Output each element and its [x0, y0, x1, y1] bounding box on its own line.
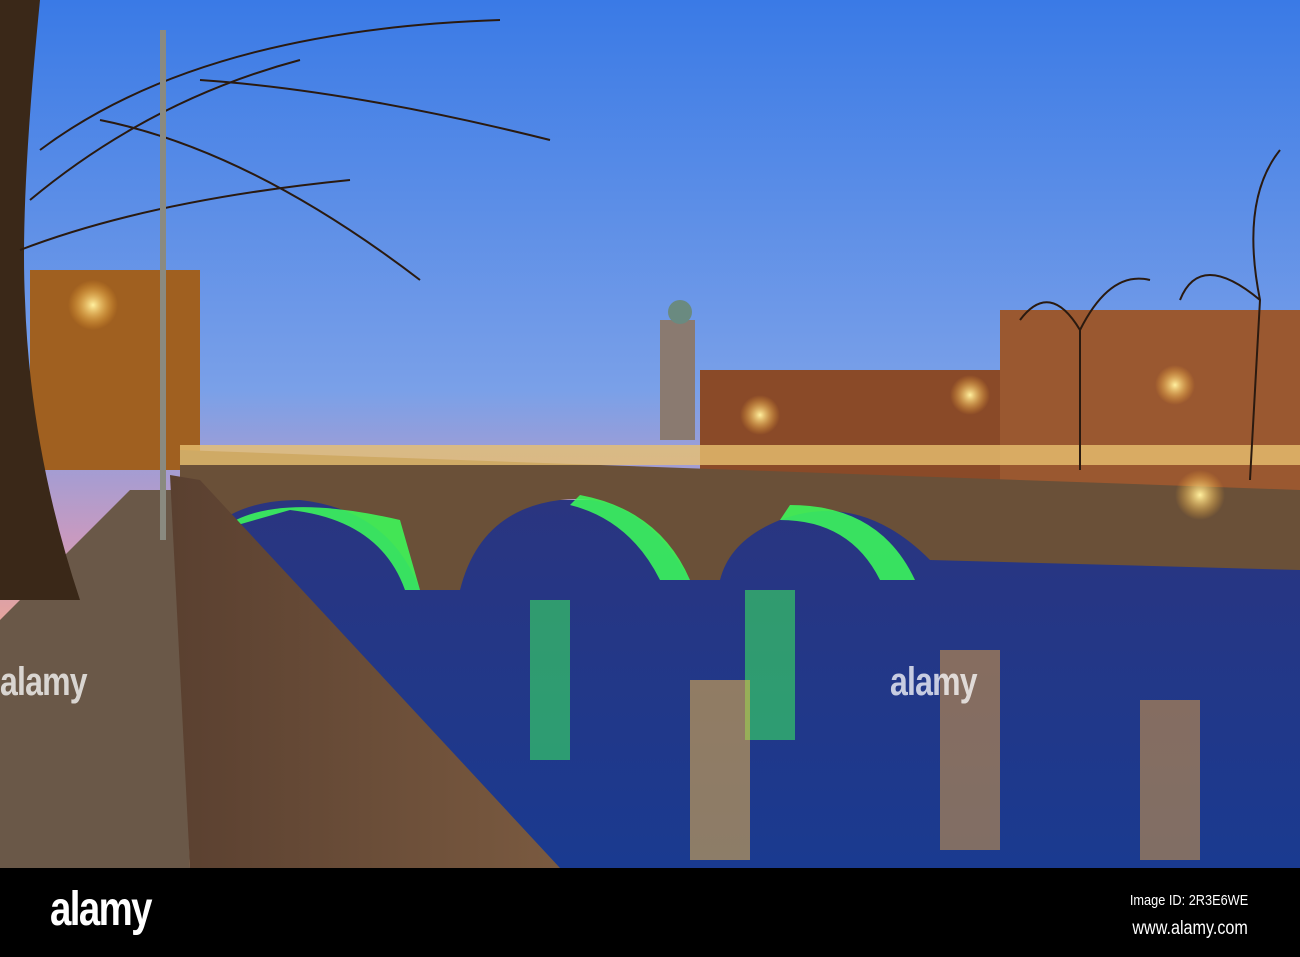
- lamp-post: [160, 30, 166, 540]
- clock-tower: [660, 320, 695, 440]
- watermark-right: alamy: [890, 660, 978, 704]
- watermark-left: alamy: [0, 660, 88, 704]
- dublin-bridge-photo: [0, 0, 1300, 868]
- alamy-logo: alamy: [50, 883, 152, 936]
- stock-photo: alamy alamy alamy Image ID: 2R3E6WE www.…: [0, 0, 1300, 957]
- watermark-footer: alamy Image ID: 2R3E6WE www.alamy.com: [0, 868, 1300, 957]
- bridge-balustrade: [180, 445, 1300, 465]
- image-id: Image ID: 2R3E6WE: [1129, 892, 1248, 909]
- website-link[interactable]: www.alamy.com: [1133, 918, 1248, 940]
